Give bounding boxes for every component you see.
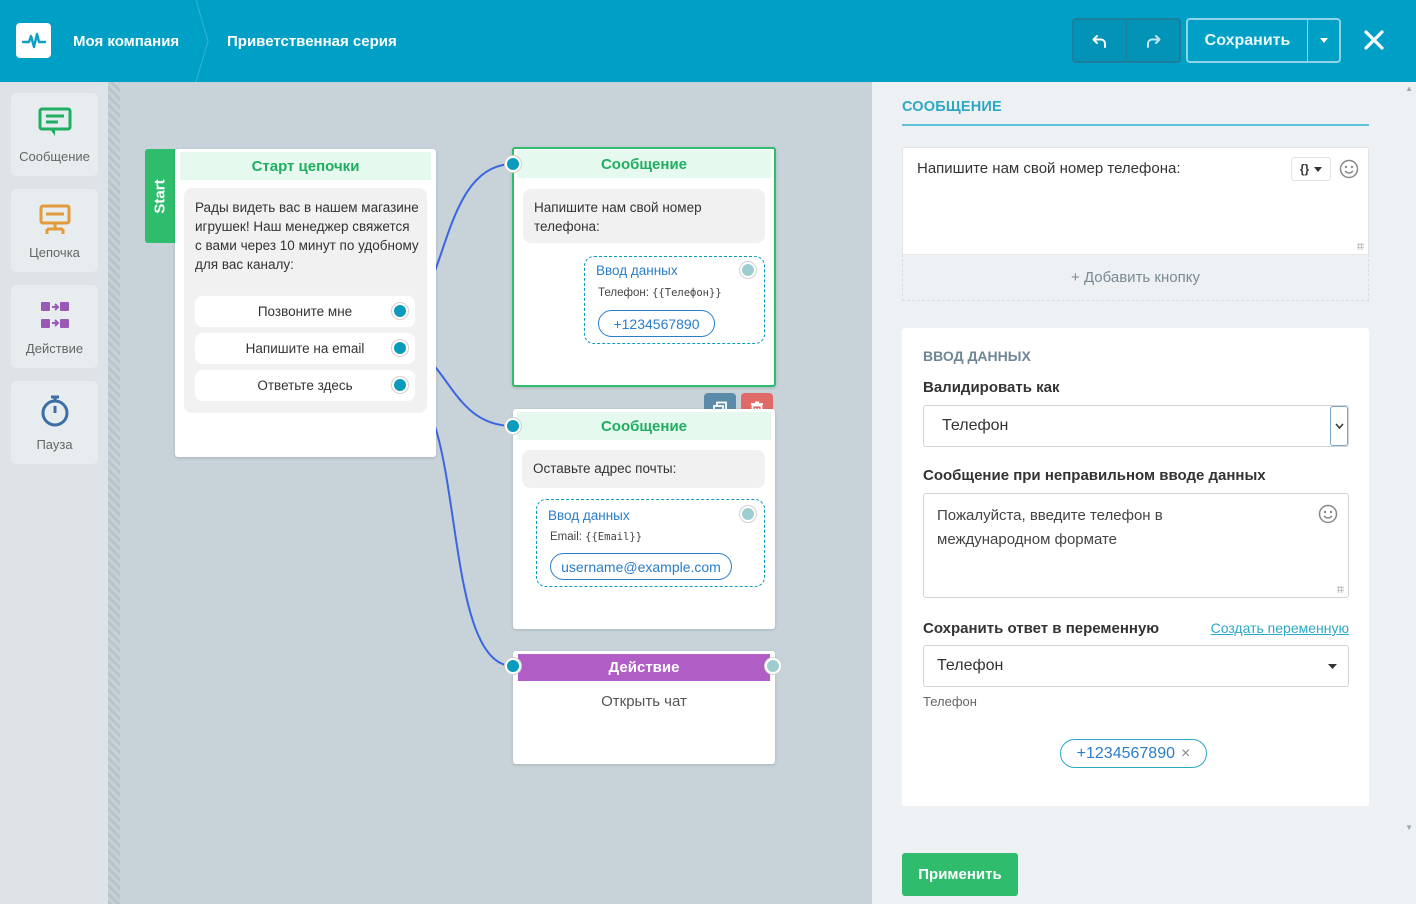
breadcrumb-series[interactable]: Приветственная серия — [227, 0, 397, 82]
caret-down-icon — [1328, 664, 1337, 669]
input-block-1-var: Телефон: {{Телефон}} — [598, 287, 722, 299]
save-variable-select-value: Телефон — [937, 657, 1004, 674]
tool-action-label: Действие — [25, 341, 84, 356]
emoji-icon[interactable] — [1318, 504, 1338, 524]
quick-reply-here-label: Ответьте здесь — [257, 378, 353, 393]
insert-variable-button[interactable]: {} — [1291, 157, 1331, 181]
port-msg1-in[interactable] — [505, 156, 521, 172]
tool-chain-label: Цепочка — [29, 245, 80, 260]
message-icon — [38, 107, 72, 139]
port-call[interactable] — [392, 303, 408, 319]
block-toolbar: Сообщение Цепочка Действие Пауза — [0, 82, 108, 904]
start-tab: Start — [145, 149, 175, 243]
input-block-1[interactable]: Ввод данных Телефон: {{Телефон}} +123456… — [584, 256, 765, 344]
save-variable-select[interactable]: Телефон — [923, 645, 1349, 687]
caret-down-icon — [1314, 166, 1323, 172]
message-node-1-title: Сообщение — [517, 150, 771, 178]
validate-label: Валидировать как — [923, 379, 1060, 396]
undo-icon — [1092, 34, 1106, 48]
error-message-label: Сообщение при неправильном вводе данных — [923, 467, 1266, 484]
create-variable-link[interactable]: Создать переменную — [1211, 620, 1349, 636]
validate-select-value: Телефон — [942, 417, 1009, 434]
redo-button[interactable] — [1127, 20, 1180, 61]
input-settings-card: ВВОД ДАННЫХ Валидировать как Телефон Соо… — [902, 328, 1369, 806]
quick-reply-here[interactable]: Ответьте здесь — [195, 370, 415, 401]
caret-down-icon — [1319, 38, 1328, 43]
port-msg2-in[interactable] — [505, 418, 521, 434]
port-msg1-input-out[interactable] — [740, 262, 756, 278]
app-logo-icon[interactable] — [16, 23, 51, 58]
port-action-in[interactable] — [505, 658, 521, 674]
start-node-title: Старт цепочки — [180, 152, 431, 180]
example-value-text: +1234567890 — [1076, 744, 1175, 762]
resize-grip-icon[interactable] — [1357, 243, 1364, 250]
tool-message-label: Сообщение — [19, 149, 90, 164]
scroll-down-icon[interactable]: ▼ — [1405, 823, 1413, 832]
error-message-text[interactable]: Пожалуйста, введите телефон в международ… — [937, 504, 1277, 552]
input-block-2-var: Email: {{Email}} — [550, 531, 643, 543]
timer-icon — [38, 395, 72, 427]
save-variable-hint: Телефон — [923, 694, 977, 709]
tool-chain[interactable]: Цепочка — [11, 189, 98, 272]
panel-heading: СООБЩЕНИЕ — [902, 99, 1002, 115]
message-node-2-text: Оставьте адрес почты: — [522, 450, 765, 488]
close-icon — [1364, 30, 1384, 50]
tool-pause[interactable]: Пауза — [11, 381, 98, 464]
input-block-2[interactable]: Ввод данных Email: {{Email}} username@ex… — [536, 499, 765, 587]
quick-reply-email[interactable]: Напишите на email — [195, 333, 415, 364]
breadcrumb-company[interactable]: Моя компания — [73, 0, 179, 82]
panel-heading-underline — [902, 124, 1369, 126]
message-editor[interactable]: Напишите нам свой номер телефона: {} — [902, 147, 1369, 254]
start-message-text: Рады видеть вас в нашем магазине игрушек… — [195, 200, 419, 272]
action-node-title: Действие — [518, 654, 770, 681]
start-message-bubble: Рады видеть вас в нашем магазине игрушек… — [184, 188, 427, 413]
message-node-2-title: Сообщение — [517, 412, 771, 440]
chevron-down-icon[interactable] — [1330, 406, 1348, 446]
resize-grip-icon[interactable] — [1337, 586, 1344, 593]
input-section-title: ВВОД ДАННЫХ — [923, 348, 1031, 364]
port-email[interactable] — [392, 340, 408, 356]
close-button[interactable] — [1359, 24, 1389, 56]
port-here[interactable] — [392, 377, 408, 393]
action-icon — [38, 299, 72, 331]
tool-action[interactable]: Действие — [11, 285, 98, 368]
history-controls — [1072, 18, 1181, 63]
chain-icon — [38, 203, 72, 235]
quick-reply-call-label: Позвоните мне — [257, 304, 353, 319]
quick-reply-email-label: Напишите на email — [245, 341, 365, 356]
save-dropdown-button[interactable] — [1308, 20, 1339, 61]
message-node-1[interactable]: Сообщение Напишите нам свой номер телефо… — [512, 147, 776, 387]
action-node[interactable]: Действие Открыть чат — [513, 651, 775, 764]
breadcrumb-separator-icon — [195, 0, 209, 82]
redo-icon — [1146, 34, 1161, 48]
remove-chip-icon[interactable]: × — [1181, 745, 1190, 763]
tool-pause-label: Пауза — [36, 437, 73, 452]
error-message-textarea[interactable]: Пожалуйста, введите телефон в международ… — [923, 493, 1349, 598]
action-node-text: Открыть чат — [601, 693, 687, 710]
message-editor-text[interactable]: Напишите нам свой номер телефона: — [917, 160, 1181, 177]
input-block-2-example: username@example.com — [550, 553, 732, 580]
undo-button[interactable] — [1074, 20, 1127, 61]
top-bar: Моя компания Приветственная серия Сохран… — [0, 0, 1416, 82]
message-node-1-text: Напишите нам свой номер телефона: — [523, 189, 765, 243]
example-value-chip: +1234567890 × — [1060, 739, 1207, 768]
save-button[interactable]: Сохранить — [1188, 20, 1308, 61]
save-variable-label: Сохранить ответ в переменную — [923, 620, 1160, 637]
input-block-2-title: Ввод данных — [548, 508, 630, 523]
add-button[interactable]: + Добавить кнопку — [902, 254, 1369, 301]
emoji-icon[interactable] — [1339, 159, 1359, 179]
port-action-out[interactable] — [765, 658, 781, 674]
save-controls: Сохранить — [1186, 18, 1341, 63]
message-node-2[interactable]: Сообщение Оставьте адрес почты: Ввод дан… — [513, 409, 775, 629]
apply-button[interactable]: Применить — [902, 853, 1018, 896]
input-block-1-title: Ввод данных — [596, 263, 678, 278]
validate-select[interactable]: Телефон — [923, 405, 1349, 447]
quick-reply-call[interactable]: Позвоните мне — [195, 296, 415, 327]
input-block-1-example: +1234567890 — [598, 310, 715, 337]
tool-message[interactable]: Сообщение — [11, 93, 98, 176]
port-msg2-input-out[interactable] — [740, 506, 756, 522]
scroll-up-icon[interactable]: ▲ — [1405, 84, 1413, 93]
variable-braces-icon: {} — [1299, 162, 1310, 176]
properties-panel: СООБЩЕНИЕ Напишите нам свой номер телефо… — [872, 82, 1416, 904]
